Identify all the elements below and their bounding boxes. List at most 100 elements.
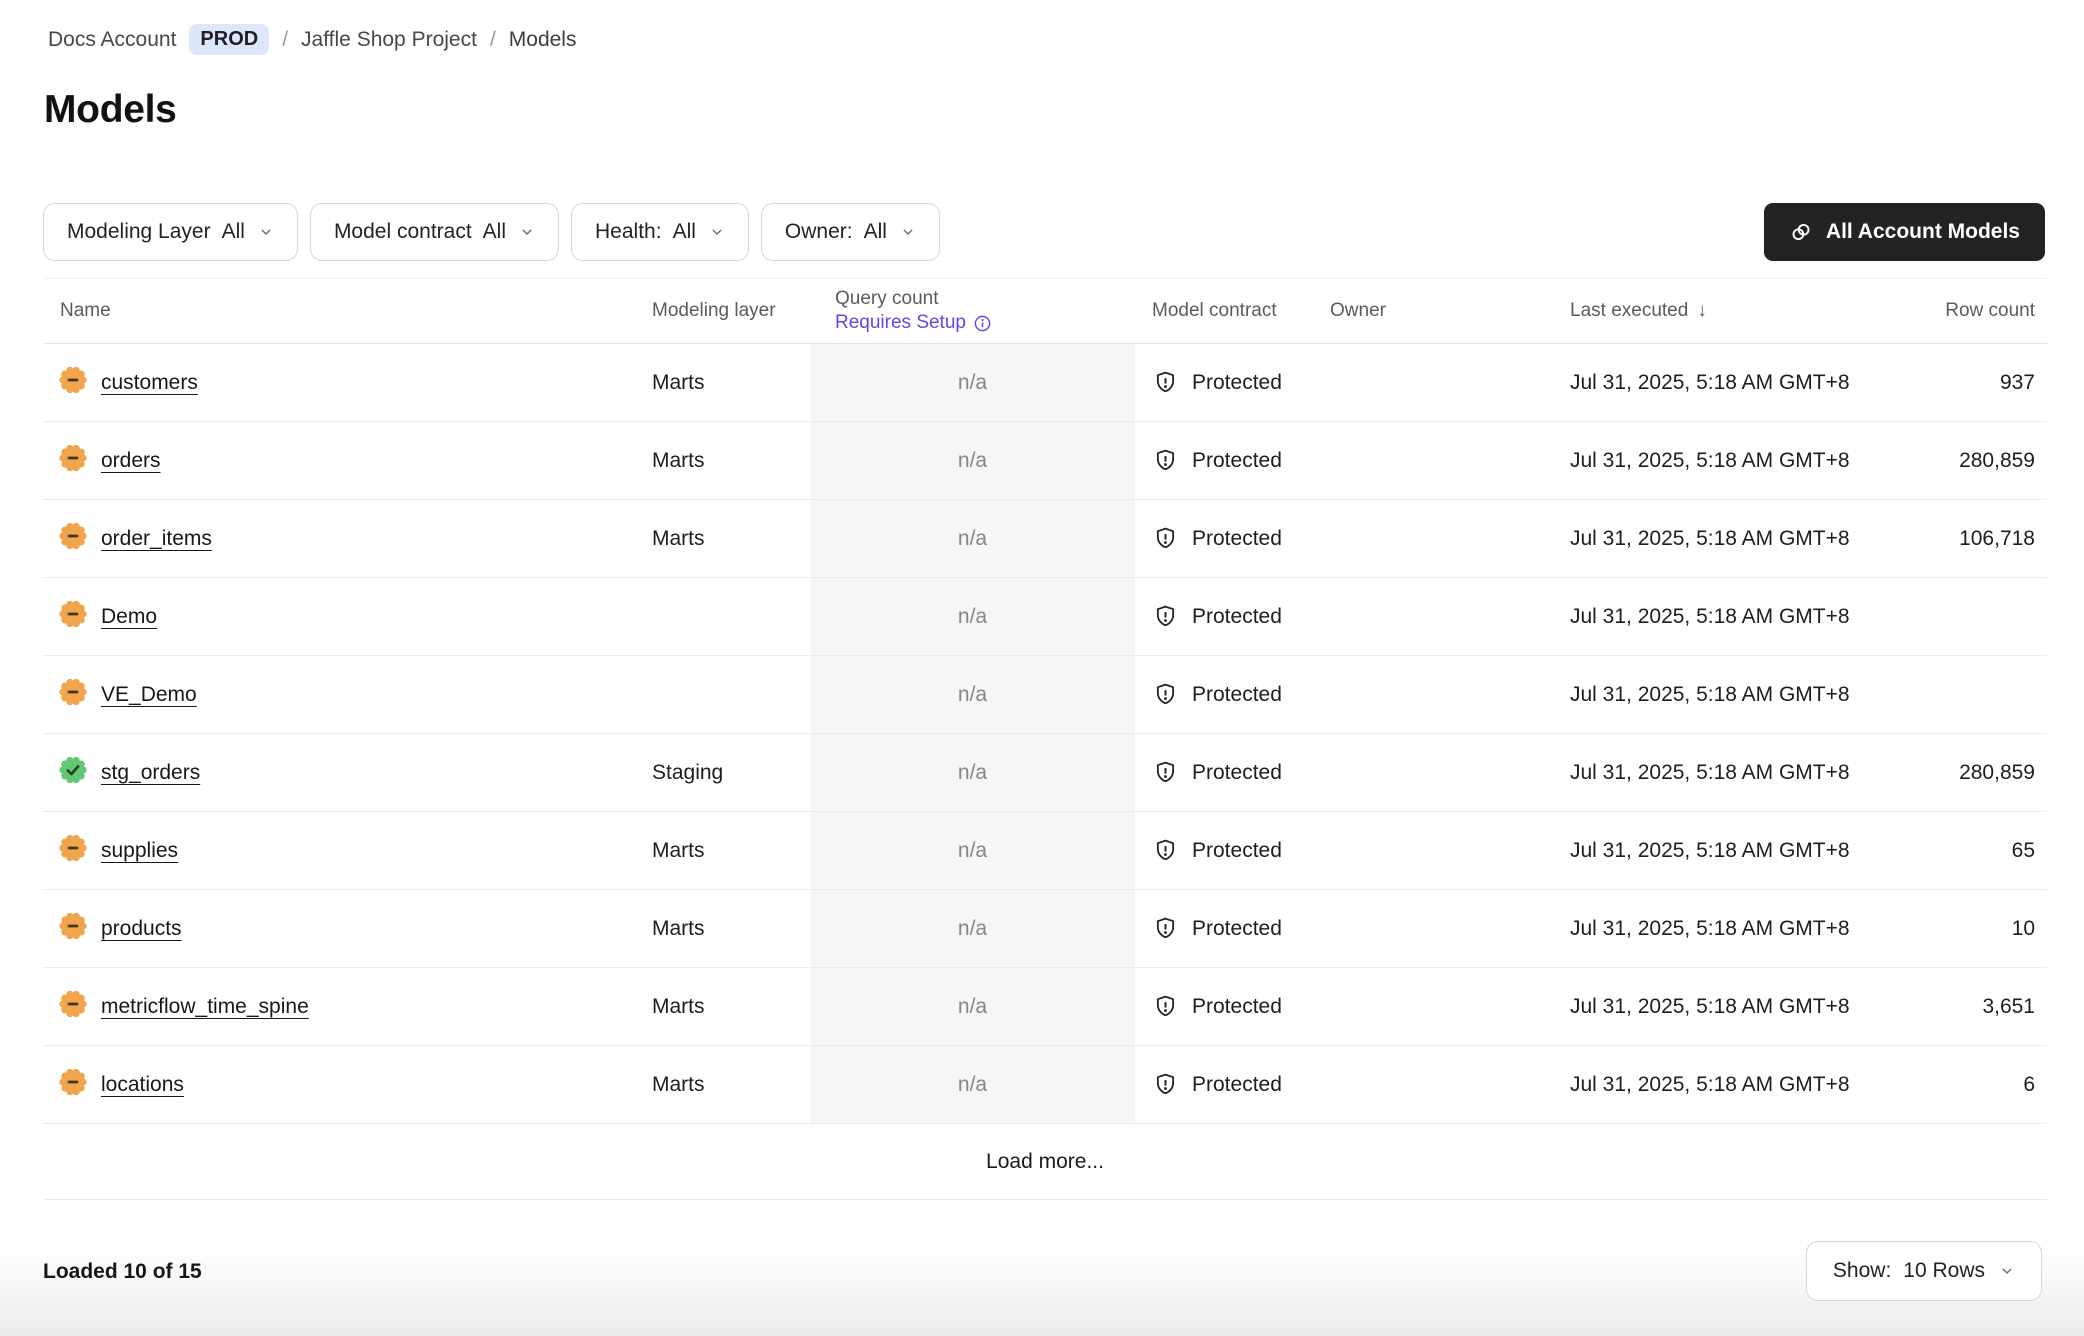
owner-cell xyxy=(1330,344,1520,421)
model-name-link[interactable]: orders xyxy=(101,449,161,473)
filter-value: All xyxy=(673,220,696,244)
all-account-models-label: All Account Models xyxy=(1826,220,2020,244)
health-minus-icon xyxy=(59,990,87,1018)
name-cell: products xyxy=(43,890,652,967)
filter-label: Modeling Layer xyxy=(67,220,211,244)
name-cell: customers xyxy=(43,344,652,421)
page-title: Models xyxy=(44,88,177,132)
chevron-down-icon xyxy=(900,224,916,240)
all-account-models-button[interactable]: All Account Models xyxy=(1764,203,2045,261)
last-executed-cell: Jul 31, 2025, 5:18 AM GMT+8 xyxy=(1520,1046,1860,1123)
filter-value: All xyxy=(864,220,887,244)
show-rows-dropdown[interactable]: Show: 10 Rows xyxy=(1806,1241,2042,1301)
health-minus-icon xyxy=(59,522,87,550)
health-badge xyxy=(59,1068,87,1102)
model-name-link[interactable]: locations xyxy=(101,1073,184,1097)
table-header-row: Name Modeling layer Query count Requires… xyxy=(43,278,2047,344)
table-row: stg_orders Staging n/a Protected Jul 31,… xyxy=(43,734,2047,812)
filter-model-contract[interactable]: Model contract All xyxy=(310,203,559,261)
filter-health[interactable]: Health: All xyxy=(571,203,749,261)
model-contract-label: Protected xyxy=(1192,761,1282,785)
modeling-layer-cell xyxy=(652,656,810,733)
owner-cell xyxy=(1330,1046,1520,1123)
column-header-last-executed[interactable]: Last executed ↓ xyxy=(1520,300,1860,322)
modeling-layer-cell: Marts xyxy=(652,422,810,499)
model-name-link[interactable]: products xyxy=(101,917,182,941)
model-contract-label: Protected xyxy=(1192,839,1282,863)
requires-setup-link[interactable]: Requires Setup xyxy=(835,312,1135,334)
breadcrumb-project[interactable]: Jaffle Shop Project xyxy=(301,28,477,52)
load-more-button[interactable]: Load more... xyxy=(43,1124,2047,1200)
name-cell: stg_orders xyxy=(43,734,652,811)
model-name-link[interactable]: customers xyxy=(101,371,198,395)
model-name-link[interactable]: supplies xyxy=(101,839,178,863)
query-count-cell: n/a xyxy=(810,500,1135,577)
query-count-cell: n/a xyxy=(810,1046,1135,1123)
row-count-cell: 280,859 xyxy=(1860,422,2047,499)
model-name-link[interactable]: order_items xyxy=(101,527,212,551)
last-executed-cell: Jul 31, 2025, 5:18 AM GMT+8 xyxy=(1520,968,1860,1045)
model-contract-label: Protected xyxy=(1192,527,1282,551)
filter-modeling-layer[interactable]: Modeling Layer All xyxy=(43,203,298,261)
model-contract-label: Protected xyxy=(1192,995,1282,1019)
table-row: customers Marts n/a Protected Jul 31, 20… xyxy=(43,344,2047,422)
last-executed-cell: Jul 31, 2025, 5:18 AM GMT+8 xyxy=(1520,734,1860,811)
table-row: metricflow_time_spine Marts n/a Protecte… xyxy=(43,968,2047,1046)
name-cell: metricflow_time_spine xyxy=(43,968,652,1045)
health-minus-icon xyxy=(59,912,87,940)
model-contract-cell: Protected xyxy=(1135,812,1330,889)
chevron-down-icon xyxy=(1999,1263,2015,1279)
query-count-cell: n/a xyxy=(810,422,1135,499)
model-name-link[interactable]: stg_orders xyxy=(101,761,200,785)
health-minus-icon xyxy=(59,600,87,628)
table-body: customers Marts n/a Protected Jul 31, 20… xyxy=(43,344,2047,1124)
query-count-cell: n/a xyxy=(810,578,1135,655)
model-name-link[interactable]: VE_Demo xyxy=(101,683,197,707)
model-contract-cell: Protected xyxy=(1135,968,1330,1045)
last-executed-label: Last executed xyxy=(1570,300,1688,322)
row-count-cell: 6 xyxy=(1860,1046,2047,1123)
owner-cell xyxy=(1330,734,1520,811)
model-name-link[interactable]: Demo xyxy=(101,605,157,629)
shield-alert-icon xyxy=(1152,993,1179,1020)
health-minus-icon xyxy=(59,1068,87,1096)
chevron-down-icon xyxy=(709,224,725,240)
model-contract-label: Protected xyxy=(1192,449,1282,473)
health-badge xyxy=(59,522,87,556)
column-header-owner: Owner xyxy=(1330,300,1520,322)
link-icon xyxy=(1789,220,1813,244)
health-minus-icon xyxy=(59,834,87,862)
row-count-cell xyxy=(1860,656,2047,733)
show-value: 10 Rows xyxy=(1903,1259,1985,1283)
model-contract-cell: Protected xyxy=(1135,656,1330,733)
filter-label: Health: xyxy=(595,220,662,244)
name-cell: locations xyxy=(43,1046,652,1123)
model-contract-label: Protected xyxy=(1192,683,1282,707)
name-cell: order_items xyxy=(43,500,652,577)
row-count-cell: 3,651 xyxy=(1860,968,2047,1045)
column-header-name: Name xyxy=(43,300,652,322)
table-row: Demo n/a Protected Jul 31, 2025, 5:18 AM… xyxy=(43,578,2047,656)
name-cell: supplies xyxy=(43,812,652,889)
model-name-link[interactable]: metricflow_time_spine xyxy=(101,995,309,1019)
row-count-cell xyxy=(1860,578,2047,655)
row-count-cell: 937 xyxy=(1860,344,2047,421)
shield-alert-icon xyxy=(1152,447,1179,474)
health-badge xyxy=(59,990,87,1024)
breadcrumb-account[interactable]: Docs Account xyxy=(48,28,176,52)
shield-alert-icon xyxy=(1152,1071,1179,1098)
modeling-layer-cell: Staging xyxy=(652,734,810,811)
model-contract-cell: Protected xyxy=(1135,344,1330,421)
show-label: Show: xyxy=(1833,1259,1891,1283)
modeling-layer-cell: Marts xyxy=(652,968,810,1045)
modeling-layer-cell: Marts xyxy=(652,500,810,577)
row-count-cell: 10 xyxy=(1860,890,2047,967)
filter-owner[interactable]: Owner: All xyxy=(761,203,940,261)
last-executed-cell: Jul 31, 2025, 5:18 AM GMT+8 xyxy=(1520,422,1860,499)
table-row: products Marts n/a Protected Jul 31, 202… xyxy=(43,890,2047,968)
shield-alert-icon xyxy=(1152,681,1179,708)
row-count-cell: 65 xyxy=(1860,812,2047,889)
table-row: order_items Marts n/a Protected Jul 31, … xyxy=(43,500,2047,578)
column-header-row-count: Row count xyxy=(1860,300,2047,322)
model-contract-cell: Protected xyxy=(1135,578,1330,655)
